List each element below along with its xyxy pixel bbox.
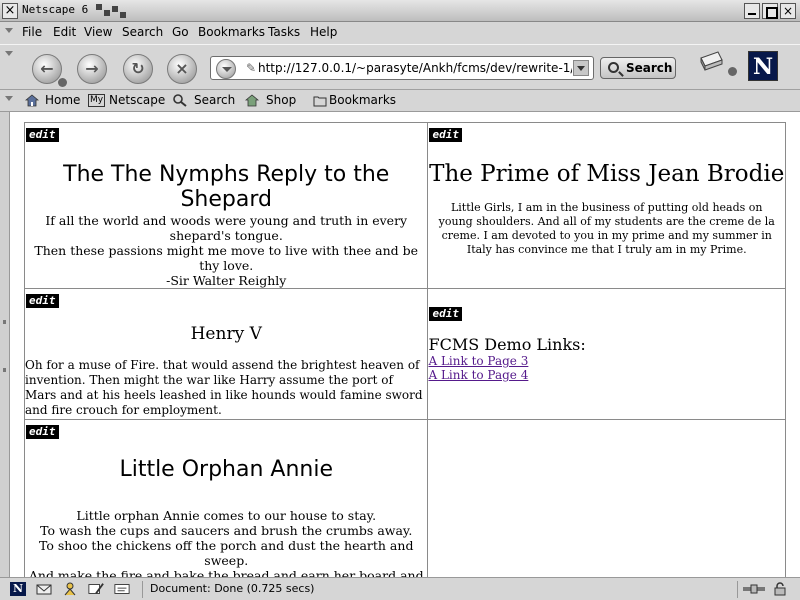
- window-close-icon[interactable]: ×: [2, 3, 18, 19]
- navbar-collapse-grip[interactable]: [4, 45, 13, 91]
- browser-window: × Netscape 6 × File Edit View Search Go …: [0, 0, 800, 600]
- edit-button[interactable]: edit: [26, 294, 59, 308]
- my-netscape-link[interactable]: Netscape: [109, 93, 165, 107]
- nymphs-author: -Sir Walter Reighly: [166, 273, 287, 288]
- navigator-icon[interactable]: N: [10, 582, 26, 596]
- home-link[interactable]: Home: [45, 93, 80, 107]
- nymphs-title: The The Nymphs Reply to the Shepard: [63, 162, 390, 212]
- window-title: Netscape 6: [22, 3, 89, 16]
- bookmarks-folder[interactable]: Bookmarks: [329, 93, 396, 107]
- mail-icon[interactable]: [36, 582, 52, 596]
- stop-icon: ×: [175, 59, 189, 78]
- reload-icon: ↻: [131, 59, 145, 78]
- personal-toolbar: Home My Netscape Search Shop Bookmarks: [0, 90, 800, 112]
- window-close-button[interactable]: ×: [780, 3, 796, 19]
- reload-button[interactable]: ↻: [123, 54, 153, 84]
- cell-nymphs: edit The The Nymphs Reply to the Shepard…: [23, 122, 429, 289]
- menu-bookmarks[interactable]: Bookmarks: [198, 25, 265, 39]
- home-icon: [25, 94, 39, 107]
- link-page-3[interactable]: A Link to Page 3: [428, 354, 785, 368]
- cell-annie: edit Little Orphan Annie Little orphan A…: [23, 419, 429, 599]
- netscape-logo[interactable]: N: [748, 51, 778, 81]
- menu-bar: File Edit View Search Go Bookmarks Tasks…: [0, 22, 800, 44]
- title-bar: × Netscape 6 ×: [0, 0, 800, 22]
- status-text: Document: Done (0.725 secs): [150, 582, 315, 595]
- url-input[interactable]: [258, 60, 572, 76]
- menu-edit[interactable]: Edit: [53, 25, 76, 39]
- nymphs-line-1: If all the world and woods were young an…: [45, 213, 408, 243]
- forward-arrow-icon: →: [85, 59, 99, 78]
- status-separator: [737, 581, 738, 598]
- my-netscape-icon: My: [88, 94, 106, 107]
- web-content: edit The The Nymphs Reply to the Shepard…: [10, 112, 800, 599]
- sidebar-collapse-gutter[interactable]: [0, 112, 10, 577]
- status-separator: [142, 581, 143, 598]
- henry-title: Henry V: [190, 324, 262, 344]
- annie-line-2: To wash the cups and saucers and brush t…: [40, 523, 413, 538]
- annie-line-3: To shoo the chickens off the porch and d…: [39, 538, 414, 568]
- edit-button[interactable]: edit: [429, 128, 462, 142]
- instant-messenger-icon[interactable]: [62, 582, 78, 596]
- search-icon: [173, 94, 187, 107]
- folder-icon: [313, 96, 327, 107]
- stop-button[interactable]: ×: [167, 54, 197, 84]
- back-history-dropdown-icon[interactable]: [58, 78, 67, 87]
- window-minimize-button[interactable]: [744, 3, 760, 19]
- menu-view[interactable]: View: [84, 25, 112, 39]
- personalbar-collapse-grip[interactable]: [4, 90, 13, 112]
- status-bar: N Document: Done (0.725 secs): [0, 577, 800, 600]
- menu-go[interactable]: Go: [172, 25, 189, 39]
- cell-henry: edit Henry V Oh for a muse of Fire. that…: [23, 288, 429, 420]
- menu-tasks[interactable]: Tasks: [268, 25, 300, 39]
- henry-body: Oh for a muse of Fire. that would assend…: [25, 358, 423, 417]
- cell-empty: [427, 419, 786, 599]
- url-history-dropdown-icon[interactable]: [216, 59, 236, 79]
- composer-icon[interactable]: [88, 582, 104, 596]
- address-book-icon[interactable]: [114, 582, 130, 596]
- annie-title: Little Orphan Annie: [119, 457, 333, 482]
- edit-button[interactable]: edit: [429, 307, 462, 321]
- url-dropdown-icon[interactable]: [573, 60, 589, 76]
- print-icon[interactable]: [698, 50, 724, 72]
- edit-button[interactable]: edit: [26, 128, 59, 142]
- security-lock-icon[interactable]: [772, 582, 788, 596]
- nymphs-line-2: Then these passions might me move to liv…: [34, 243, 419, 273]
- annie-line-1: Little orphan Annie comes to our house t…: [76, 508, 377, 523]
- menubar-collapse-grip[interactable]: [4, 22, 13, 44]
- back-arrow-icon: ←: [40, 59, 54, 78]
- shop-icon: [245, 94, 259, 107]
- window-maximize-button[interactable]: [762, 3, 778, 19]
- edit-button[interactable]: edit: [26, 425, 59, 439]
- menu-file[interactable]: File: [22, 25, 42, 39]
- cell-brodie: edit The Prime of Miss Jean Brodie Littl…: [427, 122, 786, 289]
- forward-button[interactable]: →: [77, 54, 107, 84]
- online-status-icon[interactable]: [742, 582, 766, 596]
- search-magnifier-icon: [608, 62, 619, 73]
- brodie-title: The Prime of Miss Jean Brodie: [429, 161, 785, 187]
- print-dropdown-icon[interactable]: [728, 67, 737, 76]
- brodie-body: Little Girls, I am in the business of pu…: [438, 201, 775, 256]
- content-grid: edit The The Nymphs Reply to the Shepard…: [23, 122, 786, 599]
- demo-links-title: FCMS Demo Links:: [428, 335, 586, 354]
- link-page-4[interactable]: A Link to Page 4: [428, 368, 785, 382]
- page-proxy-icon[interactable]: ✎: [246, 61, 256, 75]
- search-button[interactable]: Search: [600, 57, 676, 79]
- cell-demo-links: edit FCMS Demo Links: A Link to Page 3 A…: [427, 288, 786, 420]
- menu-search[interactable]: Search: [122, 25, 163, 39]
- search-link[interactable]: Search: [194, 93, 235, 107]
- title-decoration: [92, 4, 130, 20]
- menu-help[interactable]: Help: [310, 25, 337, 39]
- shop-link[interactable]: Shop: [266, 93, 296, 107]
